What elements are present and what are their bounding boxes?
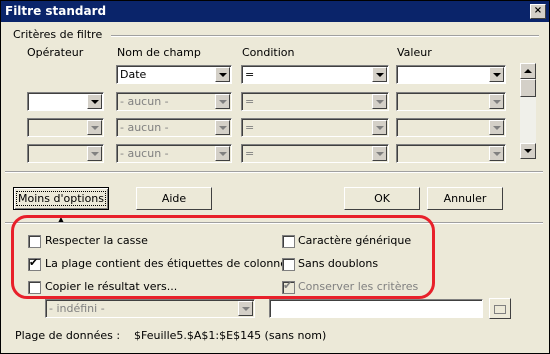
chevron-down-icon[interactable] — [87, 94, 102, 109]
filter-criteria-label: Critères de filtre — [13, 28, 103, 41]
chevron-down-icon[interactable] — [215, 146, 230, 161]
chevron-down-icon[interactable] — [87, 120, 102, 135]
condition-select-4[interactable]: = — [241, 144, 389, 163]
operator-select-4[interactable] — [27, 144, 104, 163]
chevron-down-icon[interactable] — [238, 301, 253, 316]
chevron-down-icon[interactable] — [489, 120, 504, 135]
value-combo-1[interactable] — [396, 65, 506, 84]
scroll-thumb[interactable] — [520, 79, 536, 97]
scroll-down-icon[interactable] — [520, 143, 536, 159]
standard-filter-dialog: Filtre standard × Critères de filtre Opé… — [0, 0, 550, 354]
buttons-separator — [5, 171, 543, 173]
operator-select-3[interactable] — [27, 118, 104, 137]
chevron-down-icon[interactable] — [87, 146, 102, 161]
chevron-down-icon[interactable] — [489, 94, 504, 109]
highlight-annotation — [11, 215, 435, 299]
chevron-down-icon[interactable] — [215, 120, 230, 135]
value-combo-4[interactable] — [396, 144, 506, 163]
header-field-name: Nom de champ — [117, 46, 201, 59]
header-operator: Opérateur — [27, 46, 84, 59]
chevron-down-icon[interactable] — [372, 94, 387, 109]
value-combo-3[interactable] — [396, 118, 506, 137]
scroll-up-icon[interactable] — [520, 63, 536, 79]
header-condition: Condition — [242, 46, 295, 59]
operator-select-2[interactable] — [27, 92, 104, 111]
chevron-down-icon[interactable] — [372, 120, 387, 135]
shrink-button[interactable] — [489, 298, 511, 319]
field-name-select-4[interactable]: - aucun - — [116, 144, 232, 163]
shrink-icon — [494, 304, 506, 314]
field-name-select-3[interactable]: - aucun - — [116, 118, 232, 137]
data-range-label: Plage de données : — [15, 329, 121, 342]
condition-select-2[interactable]: = — [241, 92, 389, 111]
field-name-select-1[interactable]: Date — [116, 65, 232, 84]
close-button[interactable]: × — [530, 4, 546, 19]
chevron-down-icon[interactable] — [489, 67, 504, 82]
chevron-down-icon[interactable] — [215, 67, 230, 82]
chevron-down-icon[interactable] — [372, 67, 387, 82]
window-title: Filtre standard — [5, 4, 107, 18]
ok-button[interactable]: OK — [344, 187, 420, 210]
chevron-down-icon[interactable] — [372, 146, 387, 161]
cancel-button[interactable]: Annuler — [427, 187, 503, 210]
data-range-value: $Feuille5.$A$1:$E$145 (sans nom) — [134, 329, 327, 342]
less-options-button[interactable]: Moins d'options ▲ — [13, 187, 109, 224]
condition-select-1[interactable]: = — [241, 65, 389, 84]
help-button[interactable]: Aide — [136, 187, 212, 210]
chevron-down-icon[interactable] — [489, 146, 504, 161]
condition-select-3[interactable]: = — [241, 118, 389, 137]
chevron-down-icon[interactable] — [215, 94, 230, 109]
field-name-select-2[interactable]: - aucun - — [116, 92, 232, 111]
criteria-scrollbar[interactable] — [520, 63, 536, 159]
criteria-separator — [111, 35, 539, 37]
header-value: Valeur — [397, 46, 432, 59]
copy-target-select[interactable]: - indéfini - — [45, 299, 255, 318]
copy-target-input[interactable] — [269, 299, 483, 318]
value-combo-2[interactable] — [396, 92, 506, 111]
title-bar: Filtre standard × — [1, 1, 549, 22]
